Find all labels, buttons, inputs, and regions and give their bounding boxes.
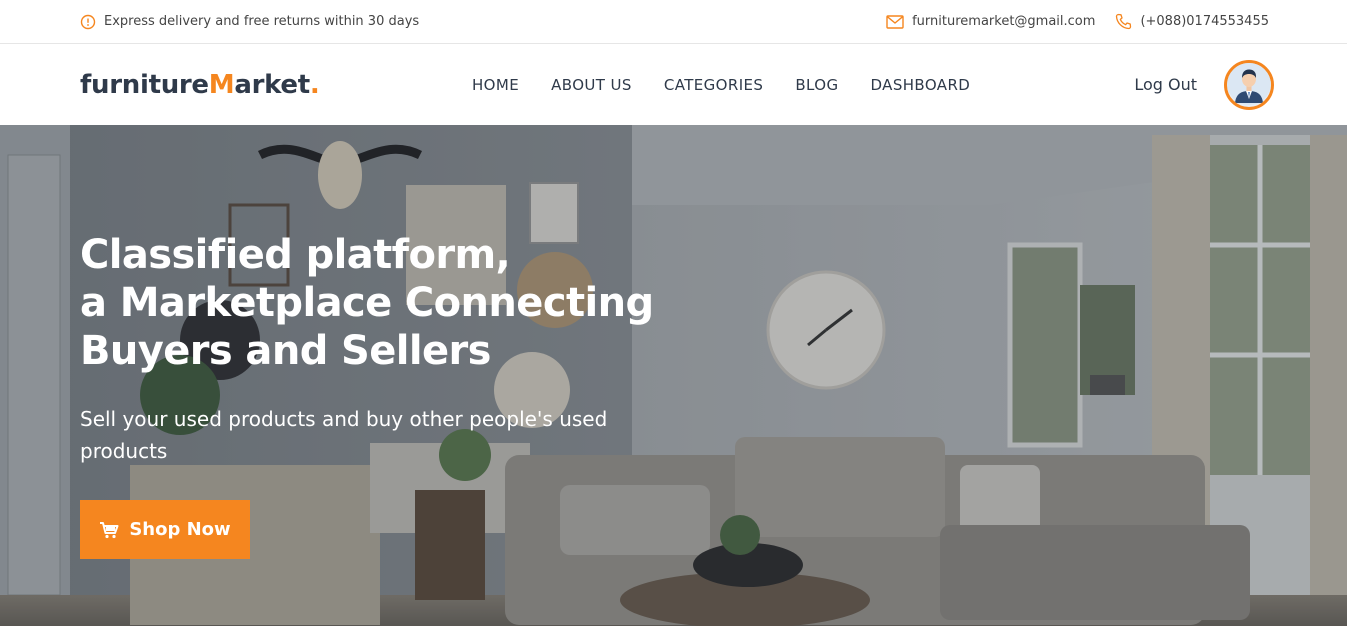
phone-icon	[1115, 13, 1132, 30]
top-info-bar: Express delivery and free returns within…	[0, 0, 1347, 44]
cart-icon	[99, 521, 119, 539]
hero-banner: Classified platform, a Marketplace Conne…	[0, 125, 1347, 626]
info-circle-icon	[80, 14, 96, 30]
primary-nav: HOME ABOUT US CATEGORIES BLOG DASHBOARD	[472, 44, 970, 125]
hero-subtitle: Sell your used products and buy other pe…	[80, 407, 608, 463]
nav-item-home[interactable]: HOME	[472, 76, 519, 94]
nav-item-dashboard[interactable]: DASHBOARD	[870, 76, 970, 94]
delivery-notice: Express delivery and free returns within…	[80, 14, 419, 30]
mail-icon	[886, 14, 904, 29]
user-avatar[interactable]	[1224, 59, 1274, 110]
nav-item-about-us[interactable]: ABOUT US	[551, 76, 632, 94]
shop-now-label: Shop Now	[129, 519, 231, 540]
nav-item-categories[interactable]: CATEGORIES	[664, 76, 764, 94]
main-navbar: furnitureMarket. HOME ABOUT US CATEGORIE…	[0, 44, 1347, 125]
contact-email-text[interactable]: furnituremarket@gmail.com	[912, 14, 1095, 29]
delivery-notice-text: Express delivery and free returns within…	[104, 14, 420, 29]
shop-now-button[interactable]: Shop Now	[80, 500, 250, 559]
hero-text-block: Classified platform, a Marketplace Conne…	[80, 231, 680, 467]
logout-link[interactable]: Log Out	[1134, 75, 1197, 94]
hero-title: Classified platform, a Marketplace Conne…	[80, 232, 654, 374]
contact-phone[interactable]: (+088)0174553455	[1115, 13, 1269, 30]
contact-email[interactable]: furnituremarket@gmail.com	[886, 14, 1095, 29]
site-logo[interactable]: furnitureMarket.	[80, 70, 320, 100]
contact-phone-text[interactable]: (+088)0174553455	[1140, 14, 1269, 29]
nav-item-blog[interactable]: BLOG	[795, 76, 838, 94]
user-avatar-icon	[1227, 62, 1271, 107]
